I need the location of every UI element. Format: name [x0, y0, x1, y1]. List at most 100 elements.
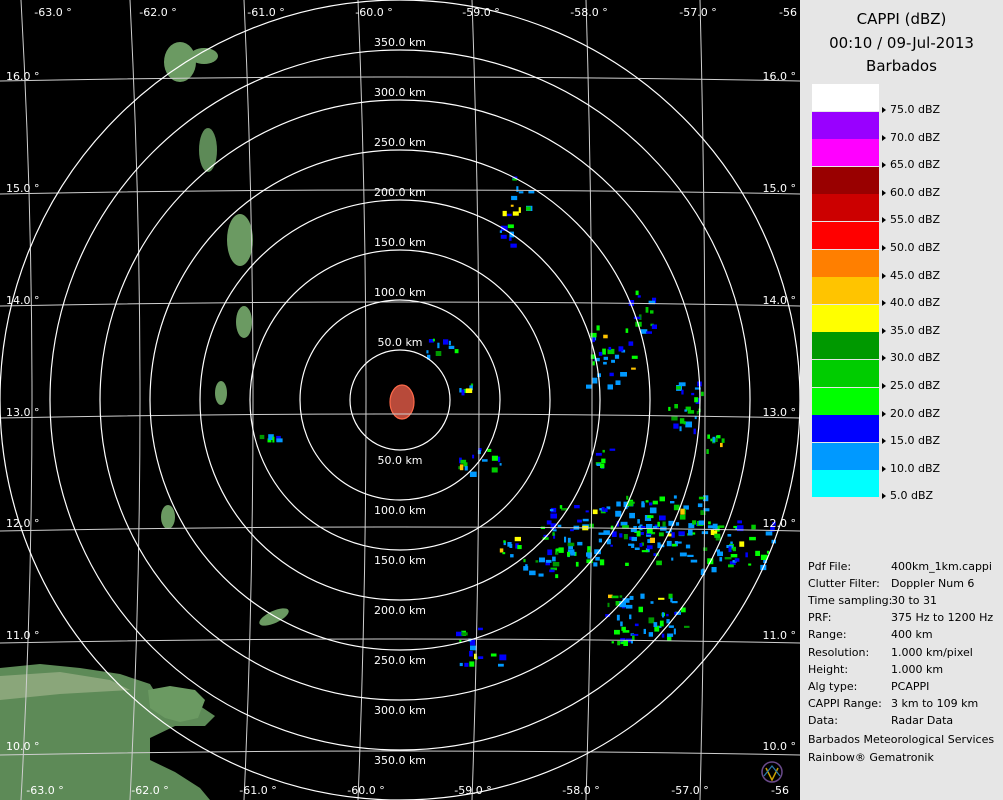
- radar-echo: [659, 496, 665, 502]
- longitude-label: -59.0 °: [462, 6, 499, 19]
- longitude-label: -63.0 °: [34, 6, 71, 19]
- radar-echo: [472, 454, 475, 459]
- radar-echo: [671, 601, 678, 604]
- radar-echo: [432, 338, 435, 342]
- legend-label: 65.0 dBZ: [882, 158, 940, 172]
- radar-echo: [635, 290, 639, 296]
- radar-echo: [602, 348, 606, 355]
- radar-echo: [276, 438, 283, 443]
- latitude-label: 12.0 °: [6, 517, 40, 530]
- radar-echo: [645, 307, 649, 313]
- radar-echo: [628, 341, 634, 346]
- legend-swatch: [812, 194, 879, 222]
- radar-echo: [620, 372, 627, 377]
- radar-echo: [637, 295, 641, 298]
- radar-echo: [556, 548, 563, 552]
- radar-echo: [619, 533, 623, 538]
- legend-label: 20.0 dBZ: [882, 407, 940, 421]
- radar-echo: [469, 650, 473, 657]
- latitude-label: 16.0 °: [763, 70, 797, 83]
- radar-echo: [598, 351, 603, 356]
- longitude-label: -59.0 °: [454, 784, 491, 797]
- range-label-south: 300.0 km: [374, 704, 426, 717]
- radar-echo: [611, 595, 619, 599]
- range-label-north: 350.0 km: [374, 36, 426, 49]
- latitude-label: 11.0 °: [6, 629, 40, 642]
- radar-echo: [570, 529, 574, 532]
- radar-echo: [693, 428, 696, 435]
- radar-echo: [518, 207, 521, 213]
- radar-echo: [639, 543, 643, 547]
- range-label-north: 150.0 km: [374, 236, 426, 249]
- radar-echo: [679, 514, 686, 520]
- radar-echo: [671, 416, 678, 421]
- radar-echo: [625, 328, 629, 333]
- info-key: Alg type:: [808, 679, 858, 693]
- radar-echo: [633, 316, 641, 320]
- radar-echo: [459, 464, 464, 471]
- range-label-south: 250.0 km: [374, 654, 426, 667]
- radar-echo: [506, 213, 512, 217]
- radar-echo: [502, 210, 507, 217]
- radar-echo: [679, 552, 687, 557]
- radar-echo: [623, 534, 628, 540]
- latitude-label: 11.0 °: [763, 629, 797, 642]
- radar-echo: [638, 606, 643, 613]
- radar-echo: [526, 206, 531, 211]
- radar-echo: [478, 656, 484, 659]
- radar-echo: [678, 531, 685, 536]
- meridian-line: [699, 0, 706, 800]
- legend-tick-icon: [882, 217, 886, 224]
- radar-echo: [609, 448, 616, 451]
- radar-echo: [620, 621, 623, 627]
- radar-echo: [616, 614, 620, 621]
- info-key: Clutter Filter:: [808, 577, 880, 591]
- radar-echo: [478, 627, 483, 631]
- radar-echo: [503, 540, 506, 543]
- radar-echo: [679, 418, 685, 424]
- radar-echo: [259, 434, 265, 440]
- radar-echo: [599, 559, 605, 566]
- info-key: CAPPI Range:: [808, 696, 882, 710]
- range-label-south: 150.0 km: [374, 554, 426, 567]
- radar-echo: [622, 630, 630, 633]
- radar-echo: [728, 564, 734, 568]
- radar-echo: [698, 520, 705, 525]
- island-dominica: [199, 128, 217, 172]
- radar-echo: [657, 521, 660, 527]
- radar-map-canvas: 50.0 km 100.0 km 150.0 km 200.0 km 250.0 km 3…: [0, 0, 800, 800]
- legend-swatch: [812, 332, 879, 360]
- radar-echo: [615, 380, 621, 385]
- radar-echo: [600, 463, 605, 468]
- radar-echo: [691, 392, 695, 396]
- longitude-label: -56: [771, 784, 789, 797]
- radar-echo: [508, 237, 512, 241]
- longitude-label: -60.0 °: [347, 784, 384, 797]
- island-guadeloupe: [164, 42, 196, 82]
- radar-echo: [603, 530, 610, 535]
- info-value: PCAPPI: [891, 679, 930, 693]
- radar-map[interactable]: 50.0 km 100.0 km 150.0 km 200.0 km 250.0 km 3…: [0, 0, 800, 800]
- radar-echo: [680, 508, 685, 515]
- legend-label: 40.0 dBZ: [882, 296, 940, 310]
- legend-tick-icon: [882, 245, 886, 251]
- radar-echo: [633, 526, 637, 530]
- radar-echo: [552, 556, 556, 562]
- radar-echo: [550, 513, 557, 519]
- radar-echo: [666, 540, 672, 547]
- legend-swatch: [812, 304, 879, 332]
- radar-echo: [749, 536, 756, 541]
- latitude-label: 15.0 °: [6, 182, 40, 195]
- radar-echo: [625, 604, 633, 609]
- radar-echo: [547, 549, 553, 556]
- radar-echo: [708, 521, 711, 525]
- legend-swatch: [812, 470, 879, 498]
- radar-echo: [611, 641, 614, 644]
- radar-echo: [577, 541, 583, 546]
- product-title: CAPPI (dBZ): [856, 10, 947, 28]
- radar-echo: [517, 545, 522, 550]
- meridian-line: [243, 0, 254, 800]
- latitude-labels-left: 16.0 ° 15.0 ° 14.0 ° 13.0 ° 12.0 ° 11.0 ° 10.0…: [6, 70, 40, 753]
- radar-echo: [668, 625, 674, 628]
- radar-echo: [674, 612, 677, 615]
